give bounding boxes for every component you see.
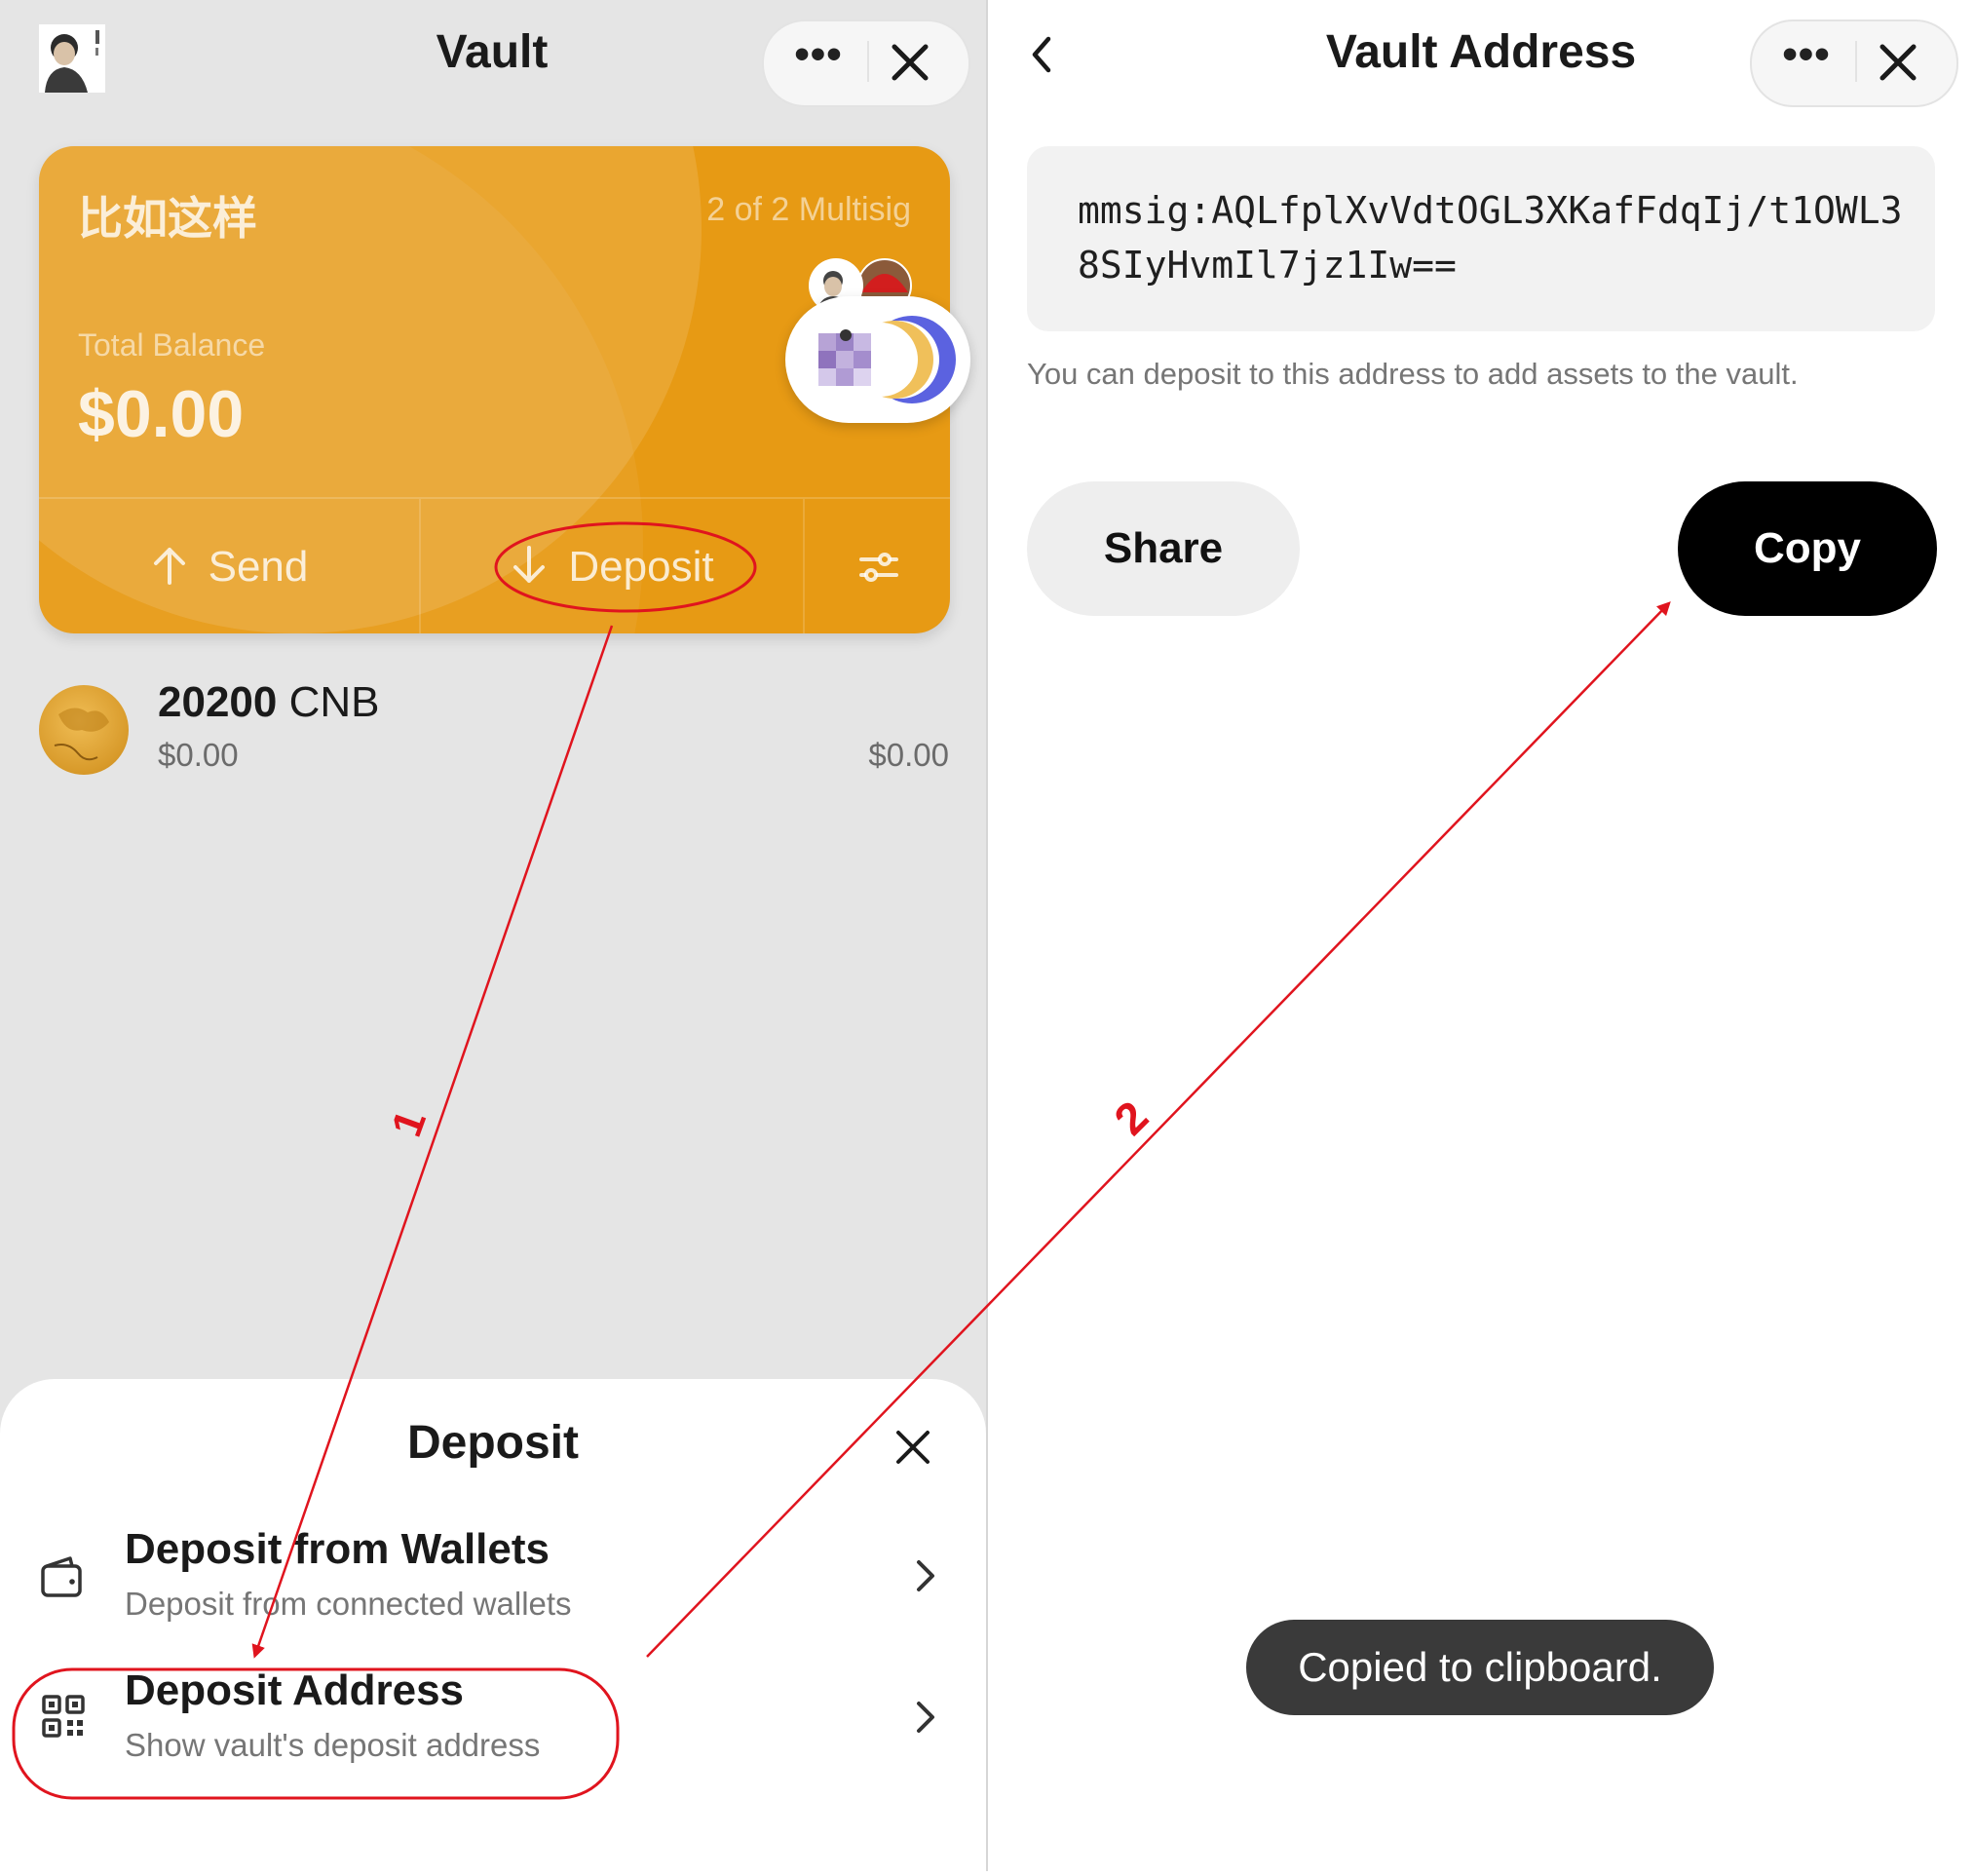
coin-icon (39, 685, 129, 775)
asset-value: $0.00 (158, 737, 239, 773)
copy-button[interactable]: Copy (1678, 481, 1937, 616)
deposit-button[interactable]: Deposit (421, 499, 803, 633)
deposit-from-wallets-item[interactable]: Deposit from Wallets Deposit from connec… (0, 1525, 986, 1657)
app-badge[interactable] (785, 296, 970, 423)
arrow-up-icon (150, 544, 189, 592)
card-actions: Send Deposit (39, 497, 950, 633)
settings-sliders-icon[interactable] (857, 546, 900, 589)
vault-name: 比如这样 (78, 192, 257, 245)
deposit-address-subtitle: Show vault's deposit address (125, 1727, 541, 1763)
asset-total: $0.00 (868, 737, 949, 773)
more-icon[interactable]: ••• (1775, 29, 1838, 92)
wallet-icon (39, 1554, 86, 1601)
asset-row[interactable]: 20200 CNB $0.00 $0.00 (0, 672, 986, 789)
balance-label: Total Balance (78, 327, 266, 363)
asset-amount: 20200 (158, 678, 278, 726)
close-icon[interactable] (889, 41, 931, 84)
chevron-right-icon (911, 1698, 940, 1737)
back-icon[interactable] (1025, 33, 1060, 76)
vault-address: mmsig:AQLfplXvVdtOGL3XKafFdqIj/t1OWL38SI… (1078, 189, 1903, 287)
address-hint: You can deposit to this address to add a… (1027, 357, 1799, 391)
balance-value: $0.00 (78, 377, 245, 451)
more-icon[interactable]: ••• (787, 29, 850, 92)
avatar[interactable] (39, 24, 105, 93)
sheet-title: Deposit (406, 1417, 579, 1469)
multisig-label: 2 of 2 Multisig (706, 191, 911, 228)
address-box[interactable]: mmsig:AQLfplXvVdtOGL3XKafFdqIj/t1OWL38SI… (1027, 146, 1935, 331)
deposit-sheet: Deposit Deposit from Wallets Deposit fro… (0, 1379, 986, 1871)
chevron-right-icon (911, 1556, 940, 1595)
vault-address-screen: Vault Address ••• mmsig:AQLfplXvVdtOGL3X… (988, 0, 1974, 1871)
send-label: Send (208, 543, 309, 591)
deposit-address-title: Deposit Address (125, 1666, 465, 1714)
deposit-from-wallets-title: Deposit from Wallets (125, 1525, 550, 1573)
deposit-label: Deposit (568, 543, 714, 591)
share-button[interactable]: Share (1027, 481, 1300, 616)
asset-symbol: CNB (288, 678, 380, 726)
toast-message: Copied to clipboard. (1246, 1620, 1714, 1715)
vault-screen: Vault ••• 比如这样 2 of 2 Multisig Total Bal… (0, 0, 986, 1871)
deposit-address-item[interactable]: Deposit Address Show vault's deposit add… (0, 1665, 986, 1796)
close-icon[interactable] (1877, 41, 1919, 84)
header-actions: ••• (762, 19, 970, 107)
page-title: Vault (436, 26, 549, 78)
sheet-close-icon[interactable] (893, 1428, 932, 1467)
header-actions: ••• (1750, 19, 1958, 107)
deposit-from-wallets-subtitle: Deposit from connected wallets (125, 1586, 572, 1622)
page-title: Vault Address (1325, 26, 1637, 78)
arrow-down-icon (510, 544, 549, 592)
send-button[interactable]: Send (39, 499, 419, 633)
qr-code-icon (41, 1694, 86, 1739)
